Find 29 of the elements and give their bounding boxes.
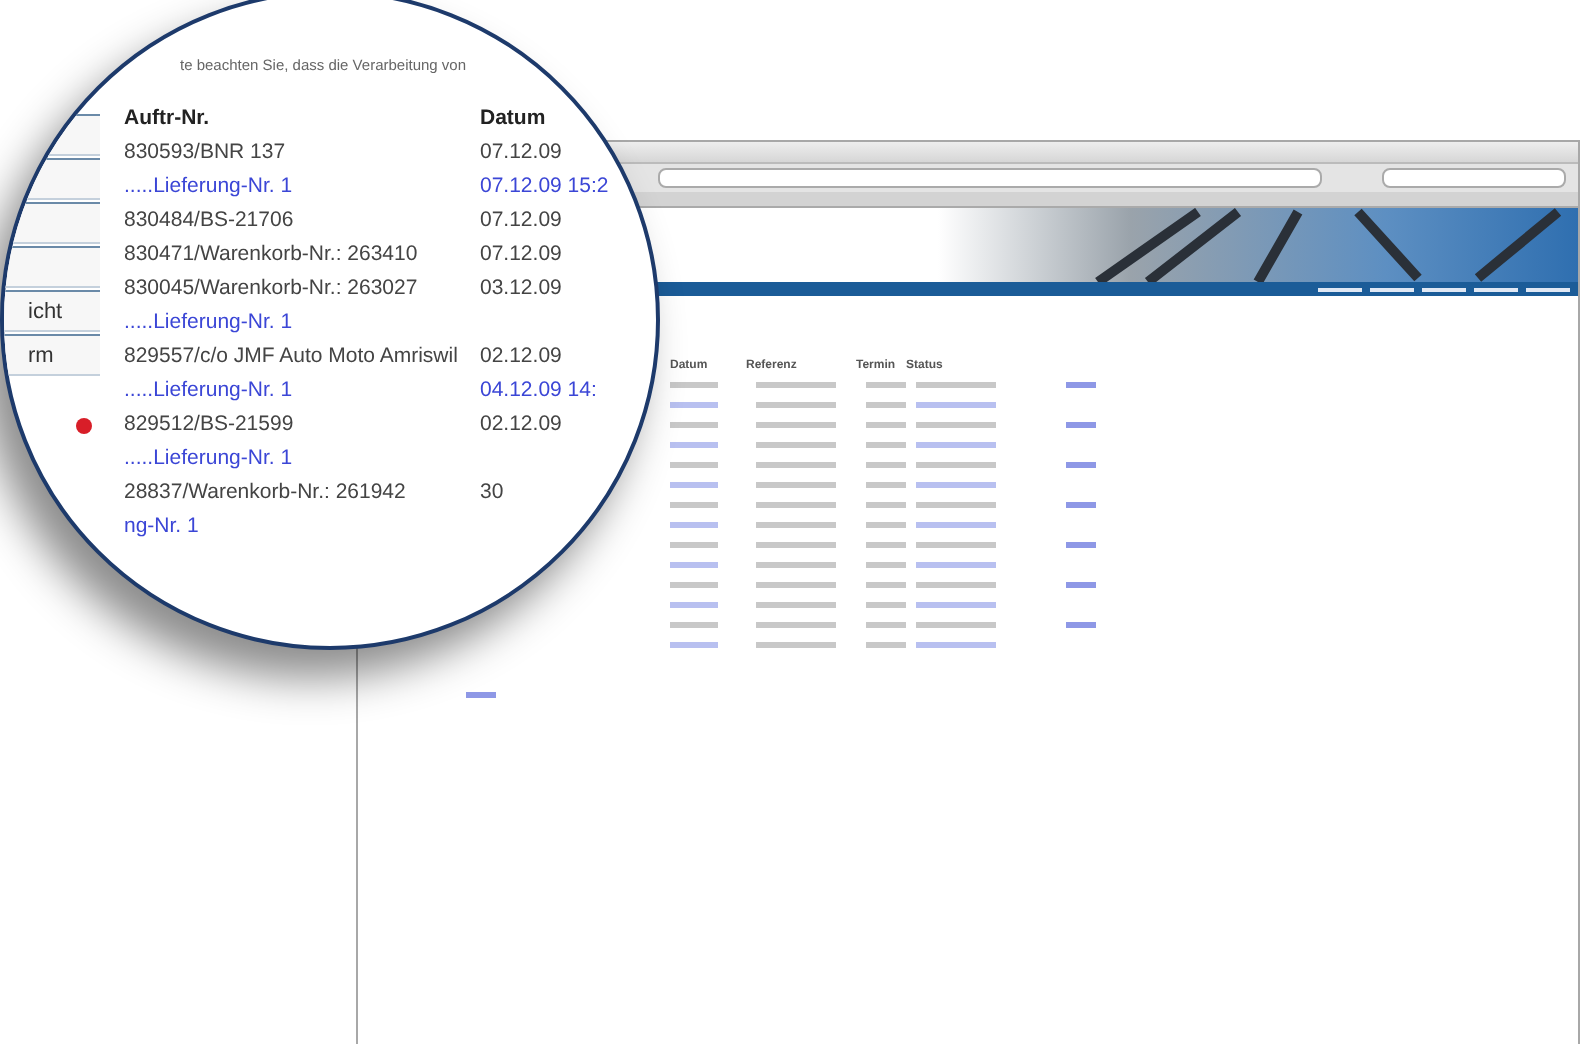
order-number: 829557/c/o JMF Auto Moto Amriswil (124, 344, 458, 368)
order-number: 830045/Warenkorb-Nr.: 263027 (124, 276, 418, 300)
delivery-link[interactable]: .....Lieferung-Nr. 1 (124, 378, 293, 402)
order-number: 830593/BNR 137 (124, 140, 286, 164)
date-cell: 02.12.09 (480, 344, 562, 370)
delivery-link[interactable]: .....Lieferung-Nr. 1 (124, 446, 293, 470)
date-cell: 07.12.09 (480, 242, 562, 268)
order-number: 830471/Warenkorb-Nr.: 263410 (124, 242, 418, 266)
round-icon (76, 418, 92, 434)
delivery-link[interactable]: ng-Nr. 1 (124, 514, 199, 538)
delivery-link[interactable]: .....Lieferung-Nr. 1 (124, 310, 293, 334)
search-field[interactable] (1382, 168, 1566, 188)
date-cell: 04.12.09 14: (480, 378, 597, 404)
date-cell: 07.12.09 (480, 140, 562, 166)
date-cell: 07.12.09 (480, 208, 562, 234)
date-cell: 07.12.09 15:2 (480, 174, 609, 200)
sidebar-item[interactable] (4, 246, 100, 288)
order-number: 830484/BS-21706 (124, 208, 294, 232)
column-header: Datum (480, 106, 546, 132)
column-header: Auftr-Nr. (124, 106, 212, 132)
date-cell: 30 (480, 480, 504, 506)
date-cell: 03.12.09 (480, 276, 562, 302)
order-number: 28837/Warenkorb-Nr.: 261942 (124, 480, 406, 504)
order-number: 829512/BS-21599 (124, 412, 294, 436)
sidebar-item[interactable]: rm (4, 334, 100, 376)
address-field[interactable] (658, 168, 1322, 188)
delivery-link[interactable]: .....Lieferung-Nr. 1 (124, 174, 293, 198)
date-cell: 02.12.09 (480, 412, 562, 438)
sidebar-item[interactable]: icht (4, 290, 100, 332)
